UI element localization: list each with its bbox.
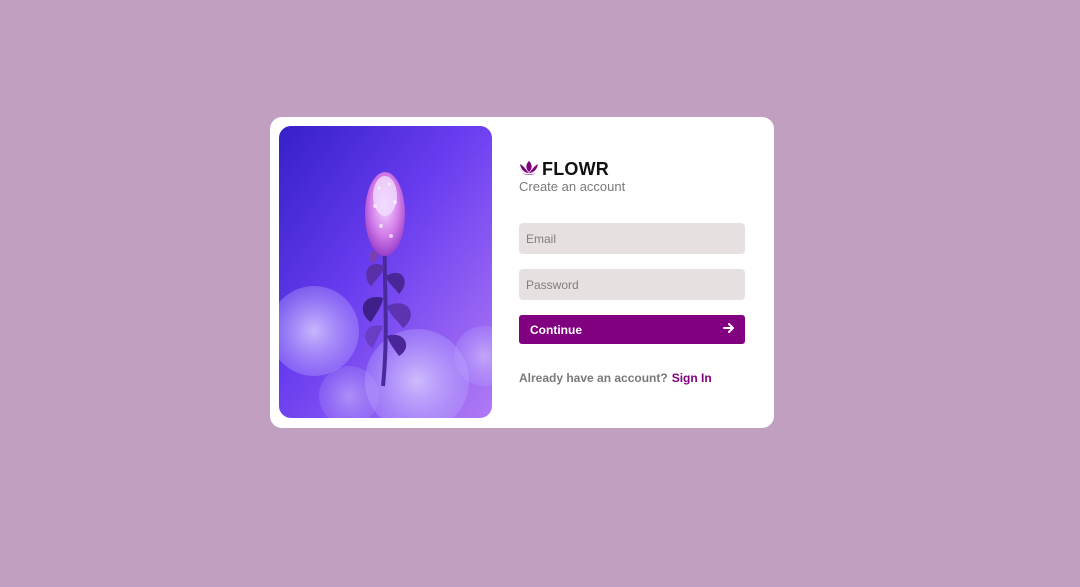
brand-name: FLOWR [542, 159, 609, 179]
signin-row: Already have an account? Sign In [519, 371, 712, 385]
page-subtitle: Create an account [519, 179, 626, 194]
brand: FLOWR [519, 159, 609, 180]
password-field[interactable] [519, 269, 745, 300]
flower-photo [279, 126, 492, 418]
email-field[interactable] [519, 223, 745, 254]
signup-form: FLOWR Create an account Continue Already… [519, 117, 745, 428]
signin-prompt: Already have an account? [519, 371, 668, 385]
signin-link[interactable]: Sign In [672, 371, 712, 385]
continue-button[interactable]: Continue [519, 315, 745, 344]
continue-label: Continue [530, 322, 582, 337]
signup-card: FLOWR Create an account Continue Already… [270, 117, 774, 428]
hero-image [279, 126, 492, 418]
lotus-icon [519, 160, 539, 180]
arrow-right-icon [723, 322, 735, 337]
